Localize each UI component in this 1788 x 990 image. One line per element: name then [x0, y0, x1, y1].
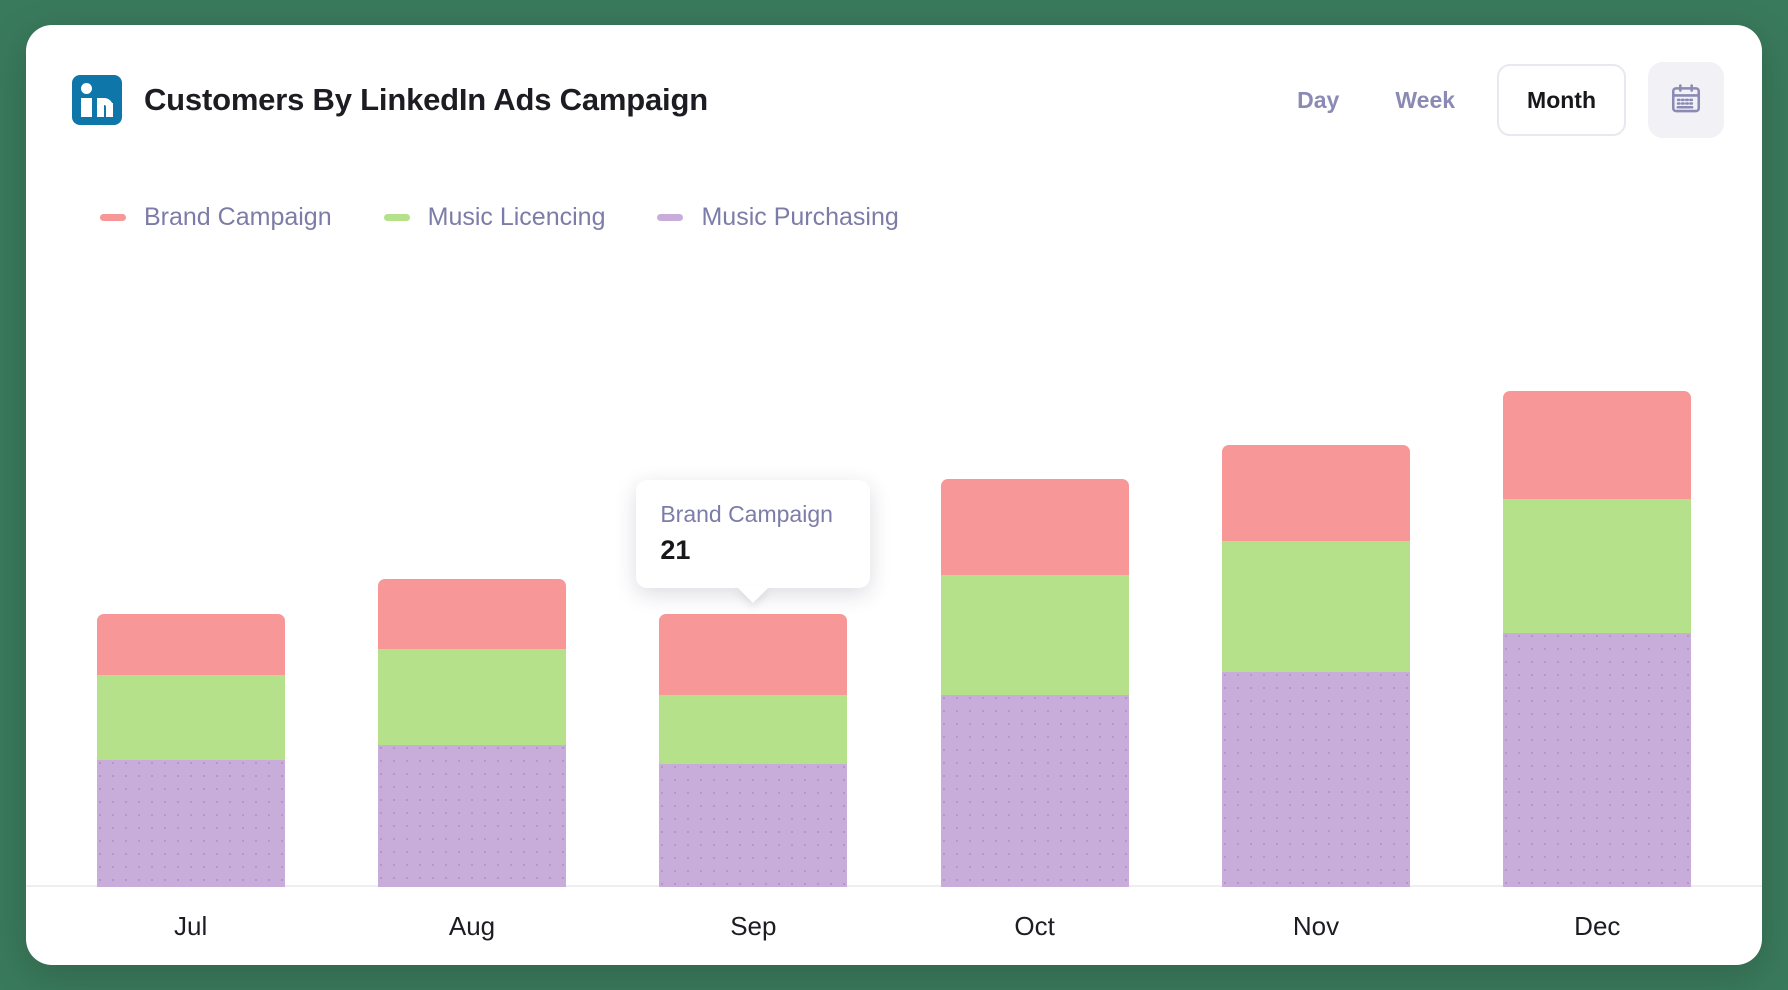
bar-segment[interactable]	[659, 694, 848, 764]
bar-segment[interactable]	[659, 763, 848, 887]
brand-group: Customers By LinkedIn Ads Campaign	[72, 75, 708, 125]
range-button-day[interactable]: Day	[1269, 87, 1367, 114]
x-axis-tick-aug: Aug	[448, 910, 496, 941]
bar-segment[interactable]	[377, 744, 566, 887]
calendar-button[interactable]	[1648, 62, 1724, 138]
bar-segment[interactable]	[96, 760, 285, 887]
bar-segment[interactable]	[96, 613, 285, 676]
chart-card: Customers By LinkedIn Ads Campaign Day W…	[26, 25, 1762, 965]
legend-label: Music Licencing	[427, 203, 606, 231]
x-axis-tick-dec: Dec	[1574, 910, 1621, 941]
bar-group	[26, 275, 1762, 887]
legend-item-music-licencing[interactable]: Music Licencing	[383, 203, 606, 232]
bar-segment[interactable]	[96, 675, 285, 761]
range-selector: Day Week Month	[1269, 62, 1724, 138]
legend-swatch-icon	[657, 214, 684, 221]
chart-plot-area: Jul Aug Sep Oct Nov Dec Brand Campaign 21	[26, 275, 1762, 965]
chart-legend: Brand Campaign Music Licencing Music Pur…	[100, 203, 951, 232]
bar-segment[interactable]	[1221, 671, 1410, 887]
tooltip-value: 21	[660, 534, 691, 565]
legend-item-music-purchasing[interactable]: Music Purchasing	[657, 203, 899, 232]
bar-segment[interactable]	[1503, 633, 1692, 887]
linkedin-icon	[72, 75, 122, 125]
bar-segment[interactable]	[940, 694, 1129, 887]
bar-segment[interactable]	[940, 479, 1129, 576]
screen-background: Customers By LinkedIn Ads Campaign Day W…	[0, 0, 1788, 990]
x-axis-tick-oct: Oct	[1014, 910, 1055, 941]
bar-segment[interactable]	[377, 648, 566, 745]
tooltip-arrow-icon	[736, 585, 771, 603]
legend-item-brand-campaign[interactable]: Brand Campaign	[100, 203, 332, 232]
stacked-bar[interactable]	[377, 579, 566, 887]
card-header: Customers By LinkedIn Ads Campaign Day W…	[26, 25, 1762, 175]
stacked-bar[interactable]	[940, 479, 1129, 887]
bar-slot-jul[interactable]	[50, 275, 331, 887]
stacked-bar[interactable]	[1221, 444, 1410, 887]
x-axis-tick-jul: Jul	[174, 910, 208, 941]
bar-segment[interactable]	[1221, 444, 1410, 541]
legend-label: Brand Campaign	[144, 203, 332, 231]
tooltip-series-label: Brand Campaign	[660, 500, 833, 527]
bar-slot-dec[interactable]	[1457, 275, 1738, 887]
legend-swatch-icon	[100, 214, 126, 221]
stacked-bar[interactable]	[96, 613, 285, 887]
legend-label: Music Purchasing	[701, 203, 899, 231]
x-axis-tick-nov: Nov	[1292, 910, 1340, 941]
bar-segment[interactable]	[659, 613, 848, 695]
range-button-month[interactable]: Month	[1497, 64, 1626, 136]
bar-slot-nov[interactable]	[1175, 275, 1456, 887]
x-axis-tick-sep: Sep	[730, 910, 777, 941]
chart-tooltip: Brand Campaign 21	[636, 479, 871, 603]
stacked-bar[interactable]	[659, 613, 848, 887]
range-button-week[interactable]: Week	[1367, 87, 1483, 114]
bar-segment[interactable]	[1503, 498, 1692, 634]
bar-segment[interactable]	[1221, 540, 1410, 672]
bar-segment[interactable]	[940, 575, 1129, 695]
bar-segment[interactable]	[377, 579, 566, 649]
bar-slot-oct[interactable]	[894, 275, 1175, 887]
bar-slot-aug[interactable]	[331, 275, 612, 887]
bar-segment[interactable]	[1503, 390, 1692, 499]
x-axis-tick-labels: Jul Aug Sep Oct Nov Dec	[26, 887, 1762, 965]
legend-swatch-icon	[383, 214, 410, 221]
page-title: Customers By LinkedIn Ads Campaign	[144, 82, 708, 117]
calendar-icon	[1669, 82, 1703, 119]
stacked-bar[interactable]	[1503, 390, 1692, 887]
